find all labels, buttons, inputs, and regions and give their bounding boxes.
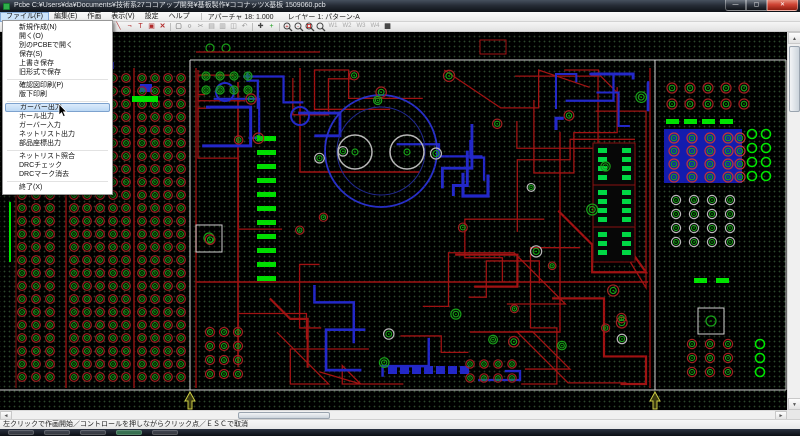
file-menu-item-7[interactable]: 版下印刷 (5, 90, 110, 99)
file-menu-item-6[interactable]: 確認図印刷(P) (5, 81, 110, 90)
svg-text:+: + (285, 23, 288, 29)
copy-tool-icon[interactable]: ▤ (206, 22, 217, 32)
horizontal-scroll-thumb[interactable] (238, 412, 330, 419)
window-4-button[interactable]: W4 (368, 22, 382, 32)
scroll-up-arrow[interactable]: ▲ (788, 32, 800, 44)
layer-status: レイヤー 1: パターン-A (288, 12, 360, 22)
window-controls: — ▢ ✕ (725, 0, 798, 11)
window-3-button[interactable]: W3 (354, 22, 368, 32)
paste-tool-icon[interactable]: ▥ (217, 22, 228, 32)
pcbe-window: Pcbe C:¥Users¥da¥Documents¥技術系27ココアップ開発¥… (0, 0, 800, 436)
menu-separator (7, 150, 108, 151)
file-menu-item-3[interactable]: 保存(S) (5, 50, 110, 59)
file-menu-item-15[interactable]: DRCマーク消去 (5, 170, 110, 179)
grid-toggle[interactable]: ▦ (382, 22, 393, 32)
zoom-out-tool-icon[interactable]: - (293, 22, 304, 32)
svg-text:-: - (297, 23, 299, 29)
file-menu-item-13[interactable]: ネットリスト照合 (5, 152, 110, 161)
menu-separator (7, 79, 108, 80)
pcb-canvas[interactable] (0, 32, 787, 410)
pcb-artwork (0, 32, 787, 410)
menu-separator (7, 181, 108, 182)
toolbar-separator (170, 23, 171, 31)
window-2-button[interactable]: W2 (340, 22, 354, 32)
rect-select-tool-icon[interactable]: ▢ (173, 22, 184, 32)
text-tool-icon[interactable]: T (135, 22, 146, 32)
file-menu-item-14[interactable]: DRCチェック (5, 161, 110, 170)
maximize-button[interactable]: ▢ (746, 0, 767, 11)
app-icon (3, 3, 10, 10)
menubar-item-4[interactable]: 設定 (140, 12, 164, 22)
file-menu-item-11[interactable]: ネットリスト出力 (5, 130, 110, 139)
cut-tool-icon[interactable]: ✂ (195, 22, 206, 32)
rotate-tool-icon[interactable]: ↶ (239, 22, 250, 32)
taskbar-button[interactable] (116, 430, 142, 435)
statusbar: 左クリックで作画開始／コントロールを押しながらクリック点／ＥＳＣで取消 (0, 419, 800, 429)
file-menu-item-4[interactable]: 上書き保存 (5, 59, 110, 68)
file-menu-item-12[interactable]: 部品座標出力 (5, 139, 110, 148)
scroll-down-arrow[interactable]: ▼ (788, 398, 800, 410)
polyline-tool-icon[interactable]: ¬ (124, 22, 135, 32)
horizontal-scrollbar[interactable]: ◄ ► (0, 410, 787, 419)
file-menu-item-10[interactable]: ガーバー入力 (5, 121, 110, 130)
taskbar-button[interactable] (44, 430, 70, 435)
vertical-scrollbar[interactable]: ▲ ▼ (787, 32, 800, 410)
windows-taskbar (0, 429, 800, 436)
zoom-fit-tool-icon[interactable] (315, 22, 326, 32)
menu-separator (7, 101, 108, 102)
aperture-status: アパーチャ 18: 1.000 (208, 12, 274, 22)
file-menu-item-0[interactable]: 新規作成(N) (5, 23, 110, 32)
toolbar-separator (279, 23, 280, 31)
status-hint-text: 左クリックで作画開始／コントロールを押しながらクリック点／ＥＳＣで取消 (3, 421, 248, 428)
taskbar-button[interactable] (8, 430, 34, 435)
window-title: Pcbe C:¥Users¥da¥Documents¥技術系27ココアップ開発¥… (14, 0, 797, 12)
close-button[interactable]: ✕ (767, 0, 798, 11)
scrollbar-corner (787, 410, 800, 419)
file-menu-item-2[interactable]: 別のPCBEで開く (5, 41, 110, 50)
file-menu-item-16[interactable]: 終了(X) (5, 183, 110, 192)
mouse-cursor (58, 104, 68, 118)
delete-tool-icon[interactable]: ✕ (157, 22, 168, 32)
menubar-divider (201, 13, 202, 20)
zoom-in-tool-icon[interactable]: + (282, 22, 293, 32)
menubar-item-5[interactable]: ヘルプ (164, 12, 195, 22)
minimize-button[interactable]: — (725, 0, 746, 11)
taskbar-button[interactable] (152, 430, 178, 435)
origin-crosshair-tool-icon[interactable]: + (266, 22, 277, 32)
circle-select-tool-icon[interactable]: ○ (184, 22, 195, 32)
menubar: ファイル(F)編集(E)作画表示(V)設定ヘルプアパーチャ 18: 1.000レ… (0, 12, 800, 22)
move-tool-icon[interactable]: ✚ (255, 22, 266, 32)
toolbar-separator (252, 23, 253, 31)
file-menu-item-1[interactable]: 開く(O) (5, 32, 110, 41)
window-1-button[interactable]: W1 (326, 22, 340, 32)
file-menu-item-5[interactable]: 旧形式で保存 (5, 68, 110, 77)
zoom-window-tool-icon[interactable] (304, 22, 315, 32)
taskbar-button[interactable] (80, 430, 106, 435)
mirror-tool-icon[interactable]: ◫ (228, 22, 239, 32)
line-tool-icon[interactable]: ╲ (113, 22, 124, 32)
titlebar: Pcbe C:¥Users¥da¥Documents¥技術系27ココアップ開発¥… (0, 0, 800, 12)
toolbar: ╲¬T▣✕▢○✂▤▥◫↶✚++-W1W2W3W4▦ (0, 22, 800, 32)
vertical-scroll-thumb[interactable] (789, 46, 800, 112)
fill-tool-icon[interactable]: ▣ (146, 22, 157, 32)
